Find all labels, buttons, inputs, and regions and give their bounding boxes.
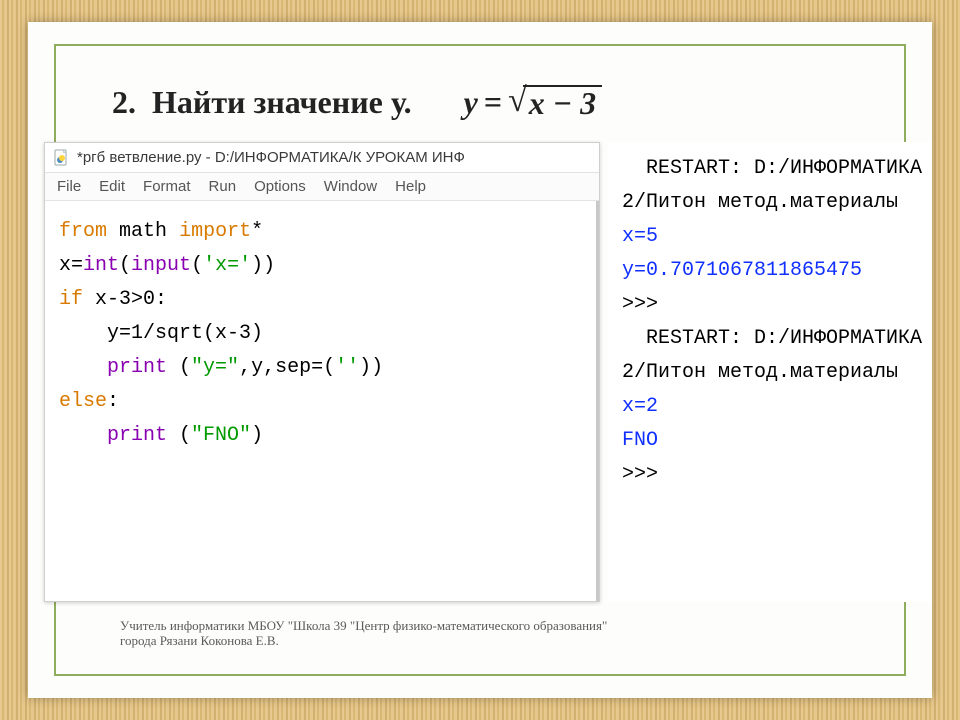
- shell-output: RESTART: D:/ИНФОРМАТИКА 2/Питон метод.ма…: [608, 142, 932, 602]
- slide-footer: Учитель информатики МБОУ "Школа 39 "Цент…: [120, 618, 607, 648]
- menu-edit[interactable]: Edit: [99, 178, 125, 195]
- shell-line: x=2: [622, 395, 658, 418]
- footer-line-2: города Рязани Коконова Е.В.: [120, 633, 607, 648]
- shell-line: FNO: [622, 429, 658, 452]
- menu-format[interactable]: Format: [143, 178, 191, 195]
- formula-radicand: x − 3: [523, 85, 602, 121]
- shell-line: 2/Питон метод.материалы: [622, 191, 898, 214]
- menu-help[interactable]: Help: [395, 178, 426, 195]
- menu-window[interactable]: Window: [324, 178, 377, 195]
- python-file-icon: [53, 149, 69, 167]
- heading-number: 2.: [112, 84, 136, 121]
- heading-text: Найти значение у.: [152, 84, 412, 121]
- shell-prompt: >>>: [622, 293, 670, 316]
- shell-line: 2/Питон метод.материалы: [622, 361, 898, 384]
- shell-line: y=0.7071067811865475: [622, 259, 862, 282]
- editor-window: *ргб ветвление.ру - D:/ИНФОРМАТИКА/К УРО…: [44, 142, 600, 602]
- formula-lhs: y: [464, 84, 478, 121]
- menu-run[interactable]: Run: [209, 178, 237, 195]
- menu-options[interactable]: Options: [254, 178, 306, 195]
- editor-code-area[interactable]: from math import* x=int(input('x=')) if …: [45, 201, 599, 601]
- shell-prompt: >>>: [622, 463, 670, 486]
- editor-menubar: File Edit Format Run Options Window Help: [45, 173, 599, 201]
- heading-formula: y = √ x − 3: [464, 84, 603, 121]
- footer-line-1: Учитель информатики МБОУ "Школа 39 "Цент…: [120, 618, 607, 633]
- shell-line: x=5: [622, 225, 658, 248]
- menu-file[interactable]: File: [57, 178, 81, 195]
- shell-line: RESTART: D:/ИНФОРМАТИКА: [622, 157, 922, 180]
- slide-heading: 2. Найти значение у. y = √ x − 3: [112, 84, 602, 121]
- editor-titlebar: *ргб ветвление.ру - D:/ИНФОРМАТИКА/К УРО…: [45, 143, 599, 173]
- slide-card: 2. Найти значение у. y = √ x − 3 *ргб ве…: [28, 22, 932, 698]
- formula-sqrt: √ x − 3: [508, 85, 602, 121]
- formula-eq: =: [484, 84, 502, 121]
- editor-title-text: *ргб ветвление.ру - D:/ИНФОРМАТИКА/К УРО…: [77, 149, 465, 166]
- shell-line: RESTART: D:/ИНФОРМАТИКА: [622, 327, 922, 350]
